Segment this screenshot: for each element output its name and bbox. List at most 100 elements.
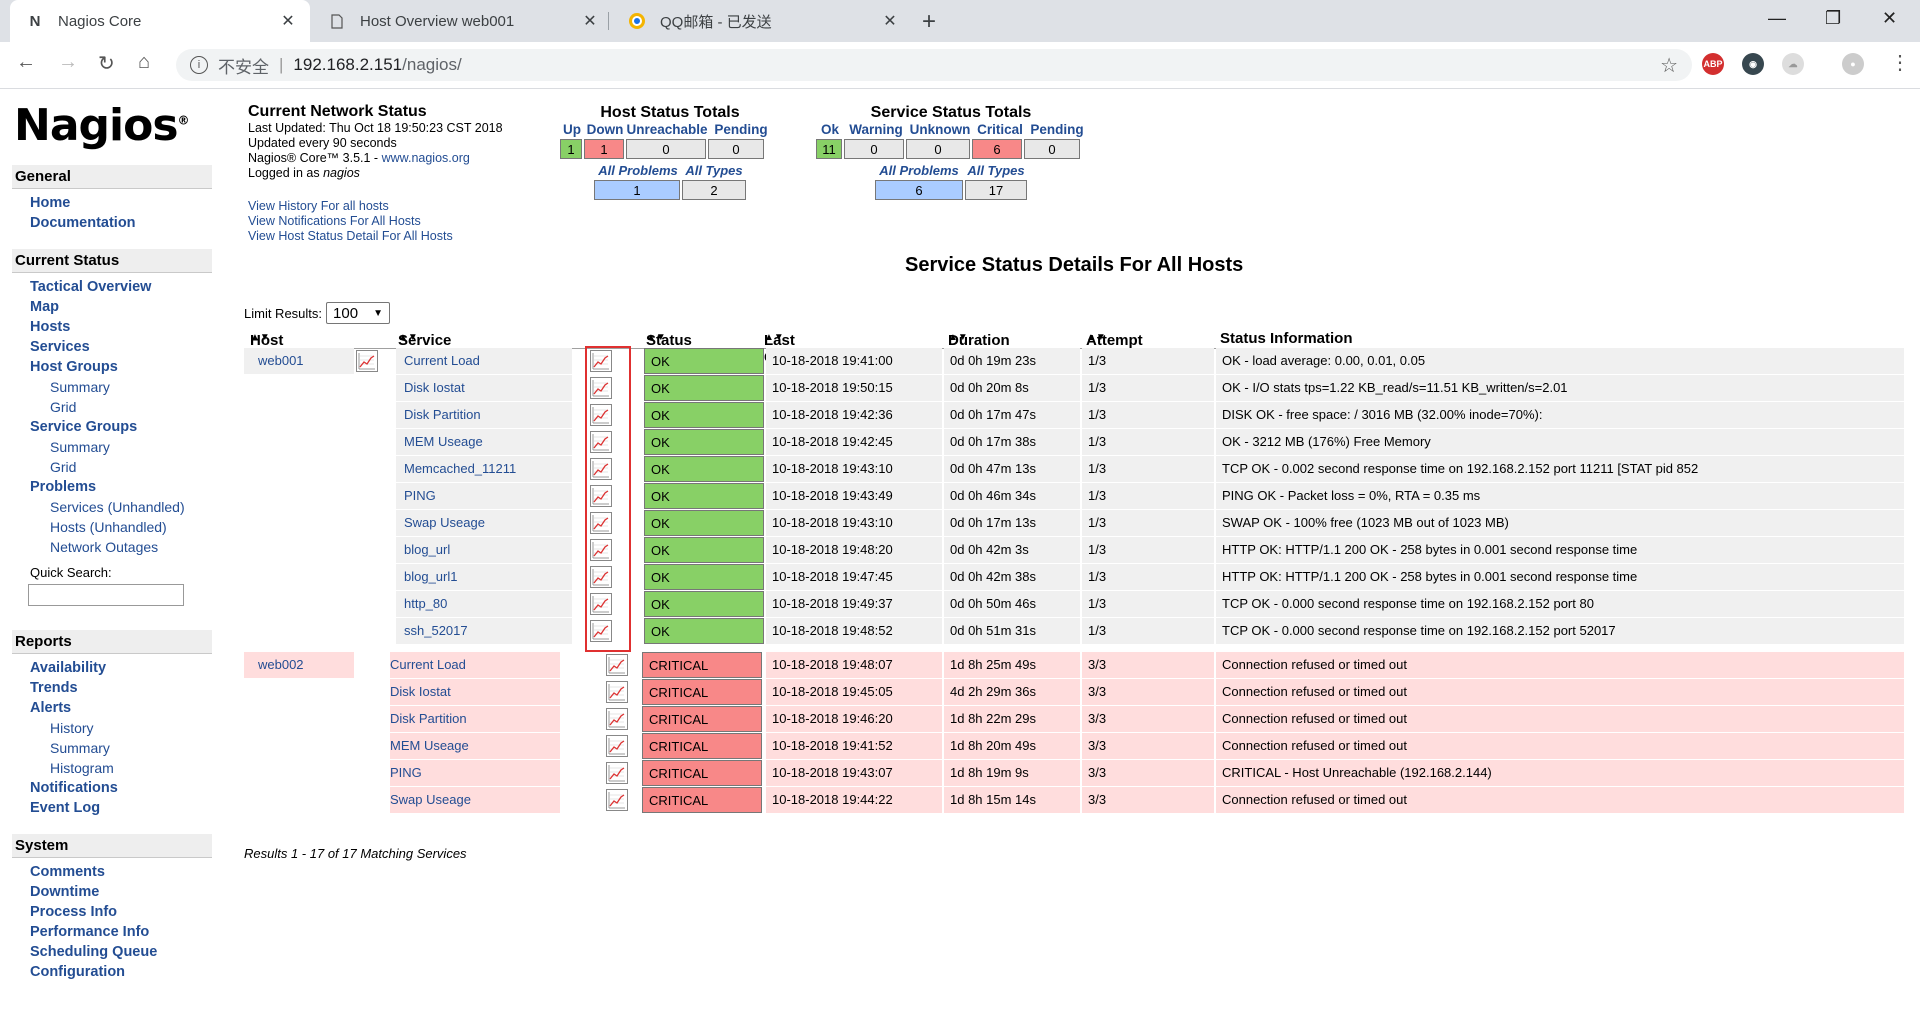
- service-link[interactable]: Swap Useage: [396, 515, 485, 530]
- host-link[interactable]: web002: [244, 657, 304, 672]
- bookmark-star-icon[interactable]: ☆: [1660, 53, 1678, 78]
- svc-all-types-label[interactable]: All Types: [964, 163, 1028, 178]
- maximize-button[interactable]: ❐: [1825, 8, 1841, 29]
- svc-all-problems-count[interactable]: 6: [875, 180, 963, 200]
- nav-configuration[interactable]: Configuration: [12, 962, 212, 982]
- extension-icon[interactable]: ◉: [1742, 53, 1764, 75]
- nav-service-groups-grid[interactable]: Grid: [12, 457, 212, 477]
- close-tab-icon[interactable]: ✕: [280, 11, 296, 31]
- nav-alerts-summary[interactable]: Summary: [12, 738, 212, 758]
- svc-critical-label[interactable]: Critical: [972, 122, 1028, 137]
- sort-arrows-icon[interactable]: ▲▼: [948, 332, 968, 343]
- view-notifications-link[interactable]: View Notifications For All Hosts: [248, 214, 421, 228]
- host-all-problems-label[interactable]: All Problems: [594, 163, 682, 178]
- nav-services[interactable]: Services: [12, 337, 212, 357]
- nav-process-info[interactable]: Process Info: [12, 902, 212, 922]
- sort-arrows-icon[interactable]: ▲▼: [1086, 332, 1106, 343]
- nav-alerts-history[interactable]: History: [12, 718, 212, 738]
- nav-host-groups-grid[interactable]: Grid: [12, 397, 212, 417]
- host-pending-label[interactable]: Pending: [708, 122, 774, 137]
- close-tab-icon[interactable]: ✕: [582, 11, 598, 31]
- nav-comments[interactable]: Comments: [12, 862, 212, 882]
- info-icon[interactable]: i: [190, 56, 208, 74]
- sort-arrows-icon[interactable]: ▲▼: [250, 332, 270, 343]
- service-link[interactable]: ssh_52017: [396, 623, 468, 638]
- service-link[interactable]: Swap Useage: [390, 792, 471, 807]
- nagios-org-link[interactable]: www.nagios.org: [382, 151, 470, 165]
- service-link[interactable]: Memcached_11211: [396, 461, 516, 476]
- service-graph-icon[interactable]: [606, 789, 628, 811]
- view-history-link[interactable]: View History For all hosts: [248, 199, 389, 213]
- nav-problems-services[interactable]: Services (Unhandled): [12, 497, 212, 517]
- sort-arrows-icon[interactable]: ▲▼: [398, 332, 418, 343]
- service-graph-icon[interactable]: [606, 654, 628, 676]
- nav-availability[interactable]: Availability: [12, 658, 212, 678]
- service-link[interactable]: http_80: [396, 596, 447, 611]
- nav-service-groups-summary[interactable]: Summary: [12, 437, 212, 457]
- nav-trends[interactable]: Trends: [12, 678, 212, 698]
- adblock-icon[interactable]: ABP: [1702, 53, 1724, 75]
- host-unreachable-count[interactable]: 0: [626, 139, 706, 159]
- svc-critical-count[interactable]: 6: [972, 139, 1022, 159]
- svc-warning-count[interactable]: 0: [844, 139, 904, 159]
- nav-host-groups[interactable]: Host Groups: [12, 357, 212, 377]
- host-all-types-label[interactable]: All Types: [682, 163, 746, 178]
- svc-ok-label[interactable]: Ok: [816, 122, 844, 137]
- host-all-problems-count[interactable]: 1: [594, 180, 680, 200]
- service-link[interactable]: Disk Iostat: [390, 684, 451, 699]
- svc-all-problems-label[interactable]: All Problems: [874, 163, 964, 178]
- address-bar[interactable]: i 不安全 | 192.168.2.151 /nagios/ ☆: [176, 49, 1692, 81]
- nav-network-outages[interactable]: Network Outages: [12, 537, 212, 557]
- nav-performance-info[interactable]: Performance Info: [12, 922, 212, 942]
- menu-kebab-icon[interactable]: ⋮: [1890, 50, 1910, 75]
- svc-all-types-count[interactable]: 17: [965, 180, 1027, 200]
- view-host-status-link[interactable]: View Host Status Detail For All Hosts: [248, 229, 453, 243]
- service-link[interactable]: MEM Useage: [396, 434, 483, 449]
- service-link[interactable]: blog_url: [396, 542, 450, 557]
- close-tab-icon[interactable]: ✕: [882, 11, 898, 31]
- host-up-count[interactable]: 1: [560, 139, 582, 159]
- home-icon[interactable]: ⌂: [138, 51, 150, 74]
- new-tab-button[interactable]: +: [922, 8, 936, 36]
- back-arrow-icon[interactable]: ←: [16, 51, 36, 74]
- sort-arrows-icon[interactable]: ▲▼: [646, 332, 666, 343]
- svc-ok-count[interactable]: 11: [816, 139, 842, 159]
- profile-avatar-icon[interactable]: ●: [1842, 53, 1864, 75]
- limit-results-select[interactable]: 100 ▼: [326, 302, 391, 324]
- nav-alerts-histogram[interactable]: Histogram: [12, 758, 212, 778]
- nav-hosts[interactable]: Hosts: [12, 317, 212, 337]
- tab-host-overview[interactable]: Host Overview web001 ✕: [312, 0, 612, 42]
- nav-scheduling-queue[interactable]: Scheduling Queue: [12, 942, 212, 962]
- nav-problems-hosts[interactable]: Hosts (Unhandled): [12, 517, 212, 537]
- nav-service-groups[interactable]: Service Groups: [12, 417, 212, 437]
- service-graph-icon[interactable]: [606, 681, 628, 703]
- svc-warning-label[interactable]: Warning: [844, 122, 908, 137]
- nav-tactical-overview[interactable]: Tactical Overview: [12, 277, 212, 297]
- forward-arrow-icon[interactable]: →: [58, 51, 78, 74]
- sort-arrows-icon[interactable]: ▲▼: [764, 332, 784, 343]
- host-link[interactable]: web001: [244, 353, 304, 368]
- service-link[interactable]: PING: [390, 765, 422, 780]
- host-pending-count[interactable]: 0: [708, 139, 764, 159]
- nav-map[interactable]: Map: [12, 297, 212, 317]
- nav-home[interactable]: Home: [12, 193, 212, 213]
- nav-notifications[interactable]: Notifications: [12, 778, 212, 798]
- close-window-button[interactable]: ✕: [1882, 8, 1897, 29]
- nav-problems[interactable]: Problems: [12, 477, 212, 497]
- host-unreachable-label[interactable]: Unreachable: [626, 122, 708, 137]
- host-all-types-count[interactable]: 2: [682, 180, 746, 200]
- svc-pending-count[interactable]: 0: [1024, 139, 1080, 159]
- service-graph-icon[interactable]: [606, 762, 628, 784]
- nav-host-groups-summary[interactable]: Summary: [12, 377, 212, 397]
- nav-downtime[interactable]: Downtime: [12, 882, 212, 902]
- host-down-count[interactable]: 1: [584, 139, 624, 159]
- service-link[interactable]: blog_url1: [396, 569, 458, 584]
- tab-qq-mail[interactable]: QQ邮箱 - 已发送 ✕: [612, 0, 912, 42]
- nagios-logo[interactable]: Nagios®: [14, 100, 212, 151]
- minimize-button[interactable]: —: [1768, 8, 1786, 29]
- host-graph-icon[interactable]: [356, 350, 378, 372]
- quick-search-input[interactable]: [28, 584, 184, 606]
- service-link[interactable]: Current Load: [396, 353, 480, 368]
- nav-event-log[interactable]: Event Log: [12, 798, 212, 818]
- cloud-extension-icon[interactable]: ☁: [1782, 53, 1804, 75]
